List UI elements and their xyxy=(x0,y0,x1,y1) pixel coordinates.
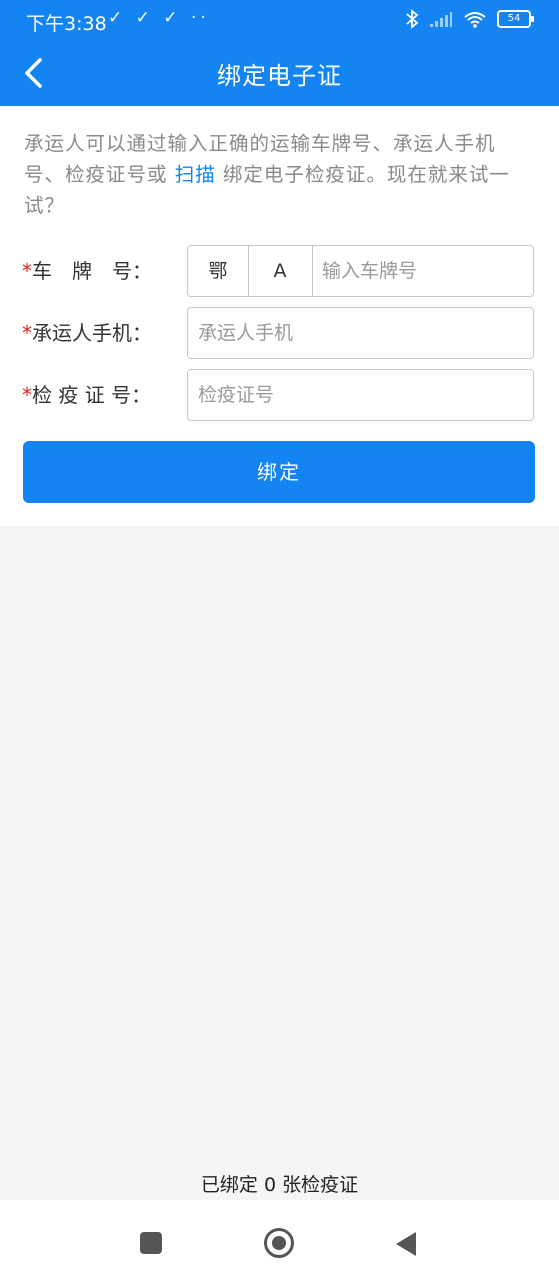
plate-province-select[interactable]: 鄂 xyxy=(188,246,249,296)
cert-row: *检 疫 证 号： xyxy=(22,369,536,421)
plate-label: *车 牌 号： xyxy=(22,245,187,297)
required-star: * xyxy=(22,259,32,283)
carrier-phone-input[interactable] xyxy=(188,308,533,358)
signal-icon xyxy=(430,12,452,27)
cert-label: *检 疫 证 号： xyxy=(22,369,187,421)
cert-field xyxy=(187,369,534,421)
bind-form-card: 承运人可以通过输入正确的运输车牌号、承运人手机号、检疫证号或 扫描 绑定电子检疫… xyxy=(0,106,559,526)
required-star: * xyxy=(22,321,32,345)
phone-label: *承运人手机： xyxy=(22,307,187,359)
app-header: 下午3:38 ✓ ✓ ✓ ·· 54 绑定电子证 xyxy=(0,0,559,106)
recents-button[interactable] xyxy=(140,1232,162,1254)
page-title: 绑定电子证 xyxy=(217,62,342,90)
quarantine-cert-input[interactable] xyxy=(188,370,533,420)
phone-field xyxy=(187,307,534,359)
bluetooth-icon xyxy=(406,9,419,29)
plate-number-input[interactable] xyxy=(312,246,533,296)
plate-row: *车 牌 号： 鄂 A xyxy=(22,245,536,297)
notification-icons: ✓ ✓ ✓ ·· xyxy=(108,8,210,28)
plate-label-text: 车 牌 号： xyxy=(32,259,152,283)
status-time: 下午3:38 xyxy=(26,13,107,35)
required-star: * xyxy=(22,383,32,407)
intro-text: 承运人可以通过输入正确的运输车牌号、承运人手机号、检疫证号或 扫描 绑定电子检疫… xyxy=(24,128,536,221)
bound-count-text: 已绑定 0 张检疫证 xyxy=(200,1174,359,1196)
phone-label-text: 承运人手机： xyxy=(32,321,152,345)
home-button[interactable] xyxy=(264,1228,294,1258)
scan-link[interactable]: 扫描 xyxy=(175,163,216,186)
plate-letter-select[interactable]: A xyxy=(248,246,313,296)
system-back-button[interactable] xyxy=(396,1232,416,1256)
plate-field: 鄂 A xyxy=(187,245,534,297)
status-bar: 下午3:38 ✓ ✓ ✓ ·· 54 xyxy=(0,0,559,40)
status-icons-right: 54 xyxy=(405,9,534,29)
system-nav-bar xyxy=(0,1200,559,1280)
phone-row: *承运人手机： xyxy=(22,307,536,359)
bind-button[interactable]: 绑定 xyxy=(23,441,535,503)
wifi-icon xyxy=(464,12,486,28)
battery-icon: 54 xyxy=(497,10,534,28)
cert-label-text: 检 疫 证 号： xyxy=(32,383,152,407)
